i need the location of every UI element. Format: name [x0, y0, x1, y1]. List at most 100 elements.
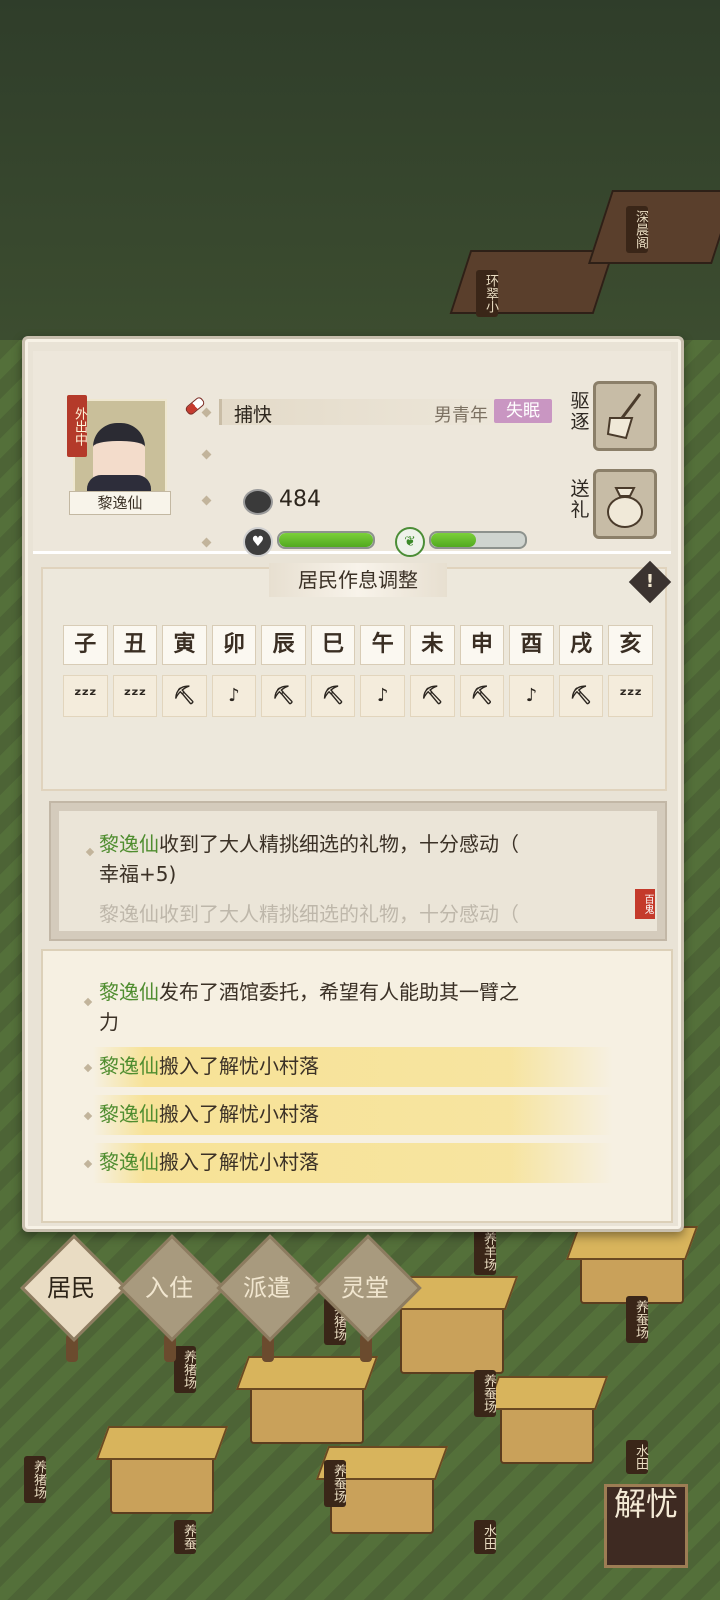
info-warning-button[interactable]: !: [628, 560, 672, 604]
map-sign[interactable]: 养猪场: [174, 1346, 196, 1393]
log-line: 黎逸仙收到了大人精挑细选的礼物，十分感动（: [99, 829, 519, 859]
resident-name-link: 黎逸仙: [99, 1150, 159, 1174]
leisure-activity-icon[interactable]: ♪: [211, 675, 257, 717]
hour-cell: 巳: [310, 625, 356, 665]
map-sign[interactable]: 养蚕场: [626, 1296, 648, 1343]
heart-icon: ♥: [243, 527, 273, 557]
log-line: 幸福+5): [99, 862, 177, 886]
building-hut: [250, 1380, 364, 1444]
hour-cell: 寅: [162, 625, 207, 665]
gift-bag-icon: [607, 487, 643, 528]
map-sign[interactable]: 水田: [474, 1520, 496, 1554]
map-sign[interactable]: 养蚕: [174, 1520, 196, 1554]
expel-button[interactable]: [593, 381, 657, 451]
hour-cell: 卯: [211, 625, 257, 665]
occupation: 捕快: [234, 404, 273, 426]
sleep-activity-icon[interactable]: ᶻᶻᶻ: [608, 675, 653, 717]
bullet-diamond: [201, 495, 212, 506]
building-hut: [400, 1300, 504, 1374]
bullet-diamond: [83, 1111, 93, 1121]
log-line: 黎逸仙搬入了解忧小村落: [99, 1147, 319, 1177]
map-sign[interactable]: 深晨阁: [626, 206, 648, 253]
resident-name-link: 黎逸仙: [99, 1054, 159, 1078]
map-sign[interactable]: 养猪场: [24, 1456, 46, 1503]
health-bar-fill: [279, 533, 373, 547]
nav-residents-label: 居民: [47, 1274, 95, 1302]
map-sky: [0, 0, 720, 360]
building-hut: [110, 1450, 214, 1514]
status-badge: 外出中: [67, 395, 87, 457]
hour-cell: 午: [360, 625, 406, 665]
nav-move-in-label: 入住: [145, 1274, 193, 1302]
mood-bar: [429, 531, 527, 549]
work-activity-icon[interactable]: ⛏: [410, 675, 455, 717]
log-text: 搬入了解忧小村落: [159, 1102, 319, 1126]
resident-name-link: 黎逸仙: [99, 1102, 159, 1126]
schedule-title: 居民作息调整: [269, 563, 447, 597]
log-line: 力: [99, 1010, 119, 1034]
resident-name-link: 黎逸仙: [99, 980, 159, 1004]
hour-row: 子 丑 寅 卯 辰 巳 午 未 申 酉 戌 亥: [63, 625, 653, 665]
log-line: 黎逸仙搬入了解忧小村落: [99, 1099, 319, 1129]
hour-cell: 酉: [509, 625, 554, 665]
hour-cell: 未: [410, 625, 455, 665]
building-roof: [587, 190, 720, 264]
recent-log[interactable]: 黎逸仙收到了大人精挑细选的礼物，十分感动（ 幸福+5) 黎逸仙收到了大人精挑细选…: [49, 801, 667, 941]
work-activity-icon[interactable]: ⛏: [459, 675, 505, 717]
sleep-activity-icon[interactable]: ᶻᶻᶻ: [112, 675, 158, 717]
gift-button[interactable]: [593, 469, 657, 539]
health-bar: [277, 531, 375, 549]
work-activity-icon[interactable]: ⛏: [261, 675, 306, 717]
resident-name: 黎逸仙: [69, 491, 171, 515]
resident-panel: 外出中 黎逸仙 捕快 男青年 失眠 484 ♥ ❦ 驱逐 送礼 居民作息调整 !…: [22, 336, 684, 1232]
work-activity-icon[interactable]: ⛏: [558, 675, 604, 717]
jieyou-logo-button[interactable]: 解忧: [604, 1484, 688, 1568]
bullet-diamond: [201, 537, 212, 548]
sleep-activity-icon[interactable]: ᶻᶻᶻ: [63, 675, 108, 717]
resident-name-link: 黎逸仙: [99, 832, 159, 856]
bullet-diamond: [201, 407, 212, 418]
bullet-diamond: [201, 449, 212, 460]
log-text: 发布了酒馆委托，希望有人能助其一臂之: [159, 980, 519, 1004]
resident-profile: 外出中 黎逸仙 捕快 男青年 失眠 484 ♥ ❦ 驱逐 送礼: [33, 351, 671, 557]
bullet-diamond: [83, 1063, 93, 1073]
wealth-value: 484: [279, 487, 321, 512]
work-activity-icon[interactable]: ⛏: [310, 675, 356, 717]
log-line: 黎逸仙搬入了解忧小村落: [99, 1051, 319, 1081]
hour-cell: 子: [63, 625, 108, 665]
nav-spirit-hall-label: 灵堂: [341, 1274, 389, 1302]
broom-icon: [606, 393, 642, 440]
trait-tag[interactable]: 失眠: [494, 399, 552, 423]
map-sign[interactable]: 水田: [626, 1440, 648, 1474]
map-sign[interactable]: 环翠小: [476, 270, 498, 317]
exclamation-icon: !: [645, 571, 655, 592]
log-text: 搬入了解忧小村落: [159, 1150, 319, 1174]
seal-stamp: 百鬼: [635, 889, 655, 919]
gift-label: 送礼: [570, 478, 590, 521]
schedule-section: 居民作息调整 ! 子 丑 寅 卯 辰 巳 午 未 申 酉 戌 亥 ᶻᶻᶻ ᶻᶻᶻ ⛏…: [41, 560, 672, 791]
hour-cell: 丑: [112, 625, 158, 665]
map-sign[interactable]: 养蚕场: [474, 1370, 496, 1417]
leisure-activity-icon[interactable]: ♪: [509, 675, 554, 717]
bullet-diamond: [83, 1159, 93, 1169]
log-line-faded: 黎逸仙收到了大人精挑细选的礼物，十分感动（: [99, 902, 519, 926]
wealth-icon: [243, 489, 273, 515]
map-sign[interactable]: 养蚕场: [324, 1460, 346, 1507]
leisure-activity-icon[interactable]: ♪: [360, 675, 406, 717]
log-text: 收到了大人精挑细选的礼物，十分感动（: [159, 832, 519, 856]
log-text: 搬入了解忧小村落: [159, 1054, 319, 1078]
bullet-diamond: [83, 997, 93, 1007]
hour-cell: 申: [459, 625, 505, 665]
history-log[interactable]: 黎逸仙发布了酒馆委托，希望有人能助其一臂之 力 黎逸仙搬入了解忧小村落 黎逸仙搬…: [41, 949, 673, 1223]
gender-age: 男青年: [434, 405, 488, 426]
map-sign[interactable]: 养羊场: [474, 1228, 496, 1275]
work-activity-icon[interactable]: ⛏: [162, 675, 207, 717]
leaf-icon: ❦: [395, 527, 425, 557]
resident-portrait[interactable]: [73, 399, 167, 495]
activity-row: ᶻᶻᶻ ᶻᶻᶻ ⛏ ♪ ⛏ ⛏ ♪ ⛏ ⛏ ♪ ⛏ ᶻᶻᶻ: [63, 675, 653, 717]
logo-text: 解忧: [613, 1485, 678, 1523]
log-line: 黎逸仙发布了酒馆委托，希望有人能助其一臂之: [99, 977, 519, 1007]
hour-cell: 戌: [558, 625, 604, 665]
nav-dispatch-label: 派遣: [243, 1274, 291, 1302]
occupation-bar: 捕快 男青年 失眠: [219, 399, 552, 426]
